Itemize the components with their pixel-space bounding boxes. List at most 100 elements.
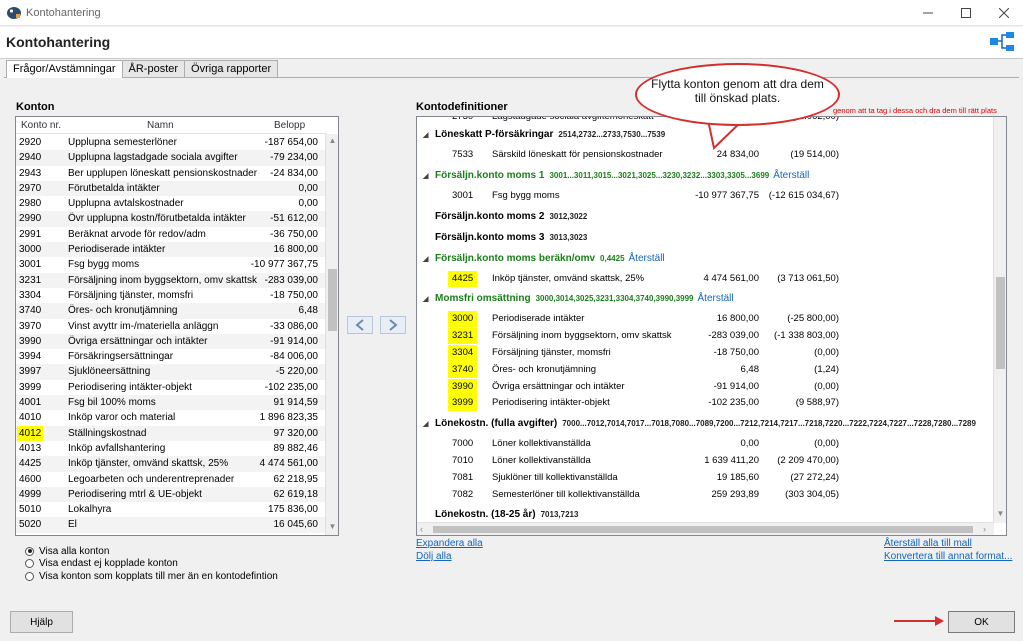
- definition-group[interactable]: ◢ Momsfri omsättning 3000,3014,3025,3231,3…: [423, 293, 734, 304]
- collapse-all-link[interactable]: Dölj alla: [416, 551, 452, 562]
- definition-row[interactable]: 3990 Övriga ersättningar och intäkter -91 …: [417, 378, 995, 395]
- account-row[interactable]: 4999 Periodisering mtrl & UE-objekt 62 619…: [16, 486, 326, 503]
- tab-fragor-avstamningar[interactable]: Frågor/Avstämningar: [6, 60, 123, 78]
- account-row[interactable]: 3997 Sjuklöneersättning -5 220,00: [16, 364, 326, 380]
- maximize-button[interactable]: [947, 0, 985, 26]
- definition-group[interactable]: ◢ Lönekostn. (fulla avgifter) 7000...7012,…: [423, 418, 976, 429]
- account-row[interactable]: 3740 Öres- och kronutjämning 6,48: [16, 303, 326, 319]
- account-row[interactable]: 2943 Ber upplupen löneskatt pensionskostn…: [16, 165, 326, 181]
- reset-group-link[interactable]: Återställ: [773, 170, 809, 181]
- account-row[interactable]: 3000 Periodiserade intäkter 16 800,00: [16, 242, 326, 258]
- account-row[interactable]: 2991 Beräknat arvode för redov/adm -36 750…: [16, 226, 326, 243]
- account-row[interactable]: 2940 Upplupna lagstadgade sociala avgifte…: [16, 150, 326, 166]
- account-row[interactable]: 3231 Försäljning inom byggsektorn, omv sk…: [16, 272, 326, 288]
- definition-row[interactable]: 3001 Fsg bygg moms -10 977 367,75 (-12 615 …: [417, 188, 995, 204]
- definition-row[interactable]: 7082 Semesterlöner till kollektivanställd…: [417, 487, 995, 503]
- account-nr: 4425: [19, 458, 42, 470]
- close-button[interactable]: [985, 0, 1023, 26]
- definition-row[interactable]: 3000 Periodiserade intäkter 16 800,00 (-25 …: [417, 311, 995, 328]
- reset-group-link[interactable]: Återställ: [629, 253, 665, 264]
- filter-radio-option[interactable]: Visa konton som kopplats till mer än en …: [25, 570, 278, 582]
- convert-format-link[interactable]: Konvertera till annat format...: [884, 551, 1012, 562]
- scroll-left-icon[interactable]: ‹: [420, 524, 423, 534]
- account-row[interactable]: 3304 Försäljning tjänster, momsfri -18 750…: [16, 287, 326, 304]
- reset-group-link[interactable]: Återställ: [698, 293, 734, 304]
- col-header-name[interactable]: Namn: [147, 120, 174, 131]
- account-row[interactable]: 4425 Inköp tjänster, omvänd skattsk, 25% 4…: [16, 456, 326, 472]
- account-row[interactable]: 3999 Periodisering intäkter-objekt -102 23…: [16, 379, 326, 396]
- account-row[interactable]: 2980 Upplupna avtalskostnader 0,00: [16, 196, 326, 212]
- definition-row[interactable]: 3231 Försäljning inom byggsektorn, omv sk…: [417, 328, 995, 345]
- col-header-amount[interactable]: Belopp: [274, 120, 305, 131]
- definition-group[interactable]: ◢ Försäljn.konto moms beräkn/omv 0,4425 Åte…: [423, 253, 665, 264]
- definition-row[interactable]: 7010 Löner kollektivanställda 1 639 411,20…: [417, 453, 995, 469]
- account-name: Periodisering mtrl & UE-objekt: [68, 488, 202, 500]
- account-row[interactable]: 3990 Övriga ersättningar och intäkter -91 …: [16, 333, 326, 350]
- definition-row[interactable]: 7081 Sjuklöner till kollektivanställda 19 …: [417, 470, 995, 486]
- definition-row[interactable]: 3304 Försäljning tjänster, momsfri -18 750…: [417, 345, 995, 361]
- definition-group[interactable]: ◢ Försäljn.konto moms 1 3001...3011,3015..…: [423, 170, 809, 181]
- account-definitions-tree[interactable]: 2730 Lagstadgade sociala avgifter/löneska…: [416, 116, 1007, 536]
- scroll-down-icon[interactable]: ▼: [994, 509, 1006, 522]
- move-left-button[interactable]: [347, 316, 373, 334]
- expand-triangle-icon[interactable]: ◢: [423, 420, 435, 428]
- account-row[interactable]: 4012 Ställningskostnad 97 320,00: [16, 425, 326, 441]
- account-row[interactable]: 4010 Inköp varor och material 1 896 823,35: [16, 410, 326, 426]
- definition-account-nr: 2730: [452, 117, 473, 125]
- definition-group-name: Lönekostn. (fulla avgifter): [435, 418, 558, 430]
- account-row[interactable]: 5020 El 16 045,60: [16, 517, 326, 533]
- definition-group[interactable]: Försäljn.konto moms 2 3012,3022: [423, 211, 587, 222]
- tab-ar-poster[interactable]: ÅR-poster: [121, 60, 186, 77]
- expand-triangle-icon[interactable]: ◢: [423, 295, 435, 303]
- radio-button[interactable]: [25, 559, 34, 568]
- definition-row[interactable]: 3999 Periodisering intäkter-objekt -102 23…: [417, 395, 995, 412]
- filter-radio-option[interactable]: Visa alla konton: [25, 545, 278, 557]
- definition-account-nr: 3990: [448, 378, 478, 395]
- scroll-right-icon[interactable]: ›: [983, 524, 986, 534]
- definitions-hscrollbar[interactable]: ‹ ›: [417, 522, 994, 535]
- reset-all-link[interactable]: Återställ alla till mall: [884, 538, 972, 549]
- account-row[interactable]: 3001 Fsg bygg moms -10 977 367,75: [16, 257, 326, 273]
- move-right-button[interactable]: [380, 316, 406, 334]
- scroll-up-icon[interactable]: ▲: [326, 136, 338, 149]
- definition-row[interactable]: 4425 Inköp tjänster, omvänd skattsk, 25% 4…: [417, 270, 995, 287]
- expand-all-link[interactable]: Expandera alla: [416, 538, 483, 549]
- definition-row[interactable]: 7000 Löner kollektivanställda 0,00 (0,00): [417, 436, 995, 452]
- account-row[interactable]: 3970 Vinst avyttr im-/materiella anläggn -…: [16, 318, 326, 334]
- definitions-vscrollbar[interactable]: ▼: [993, 117, 1006, 523]
- ok-button[interactable]: OK: [948, 611, 1015, 633]
- accounts-scrollbar[interactable]: ▲ ▼: [325, 134, 338, 535]
- network-share-icon[interactable]: [989, 30, 1015, 54]
- scroll-down-icon[interactable]: ▼: [326, 522, 338, 535]
- account-row[interactable]: 2990 Övr upplupna kostn/förutbetalda intä…: [16, 211, 326, 227]
- accounts-list[interactable]: Konto nr. Namn Belopp 2920 Upplupna semes…: [15, 116, 339, 536]
- account-row[interactable]: 4600 Legoarbeten och underentreprenader 62…: [16, 471, 326, 487]
- definition-group[interactable]: Lönekostn. (18-25 år) 7013,7213: [423, 509, 578, 520]
- radio-button[interactable]: [25, 571, 34, 581]
- account-nr: 3001: [19, 259, 42, 271]
- accounts-list-header: Konto nr. Namn Belopp: [16, 117, 326, 134]
- filter-radio-option[interactable]: Visa endast ej kopplade konton: [25, 558, 278, 570]
- expand-triangle-icon[interactable]: ◢: [423, 131, 435, 139]
- account-row[interactable]: 4013 Inköp avfallshantering 89 882,46: [16, 440, 326, 457]
- help-button[interactable]: Hjälp: [10, 611, 73, 633]
- radio-button[interactable]: [25, 546, 34, 556]
- expand-triangle-icon[interactable]: ◢: [423, 255, 435, 263]
- col-header-nr[interactable]: Konto nr.: [21, 120, 61, 131]
- chevron-right-icon: [389, 319, 398, 331]
- account-row[interactable]: 5010 Lokalhyra 175 836,00: [16, 502, 326, 518]
- account-row[interactable]: 4001 Fsg bil 100% moms 91 914,59: [16, 395, 326, 411]
- tab-ovriga-rapporter[interactable]: Övriga rapporter: [184, 60, 279, 77]
- definition-row[interactable]: 3740 Öres- och kronutjämning 6,48 (1,24): [417, 361, 995, 378]
- definition-group[interactable]: ◢ Löneskatt P-försäkringar 2514,2732...273…: [423, 129, 665, 140]
- minimize-button[interactable]: [909, 0, 947, 26]
- expand-triangle-icon[interactable]: ◢: [423, 172, 435, 180]
- definitions-vscroll-thumb[interactable]: [996, 277, 1005, 369]
- account-row[interactable]: 3994 Försäkringsersättningar -84 006,00: [16, 349, 326, 365]
- definitions-hscroll-thumb[interactable]: [433, 526, 973, 533]
- definition-group[interactable]: Försäljn.konto moms 3 3013,3023: [423, 232, 587, 243]
- account-row[interactable]: 2970 Förutbetalda intäkter 0,00: [16, 180, 326, 197]
- account-row[interactable]: 2920 Upplupna semesterlöner -187 654,00: [16, 135, 326, 151]
- accounts-scroll-thumb[interactable]: [328, 269, 337, 331]
- definition-amount: -18 750,00: [713, 347, 759, 358]
